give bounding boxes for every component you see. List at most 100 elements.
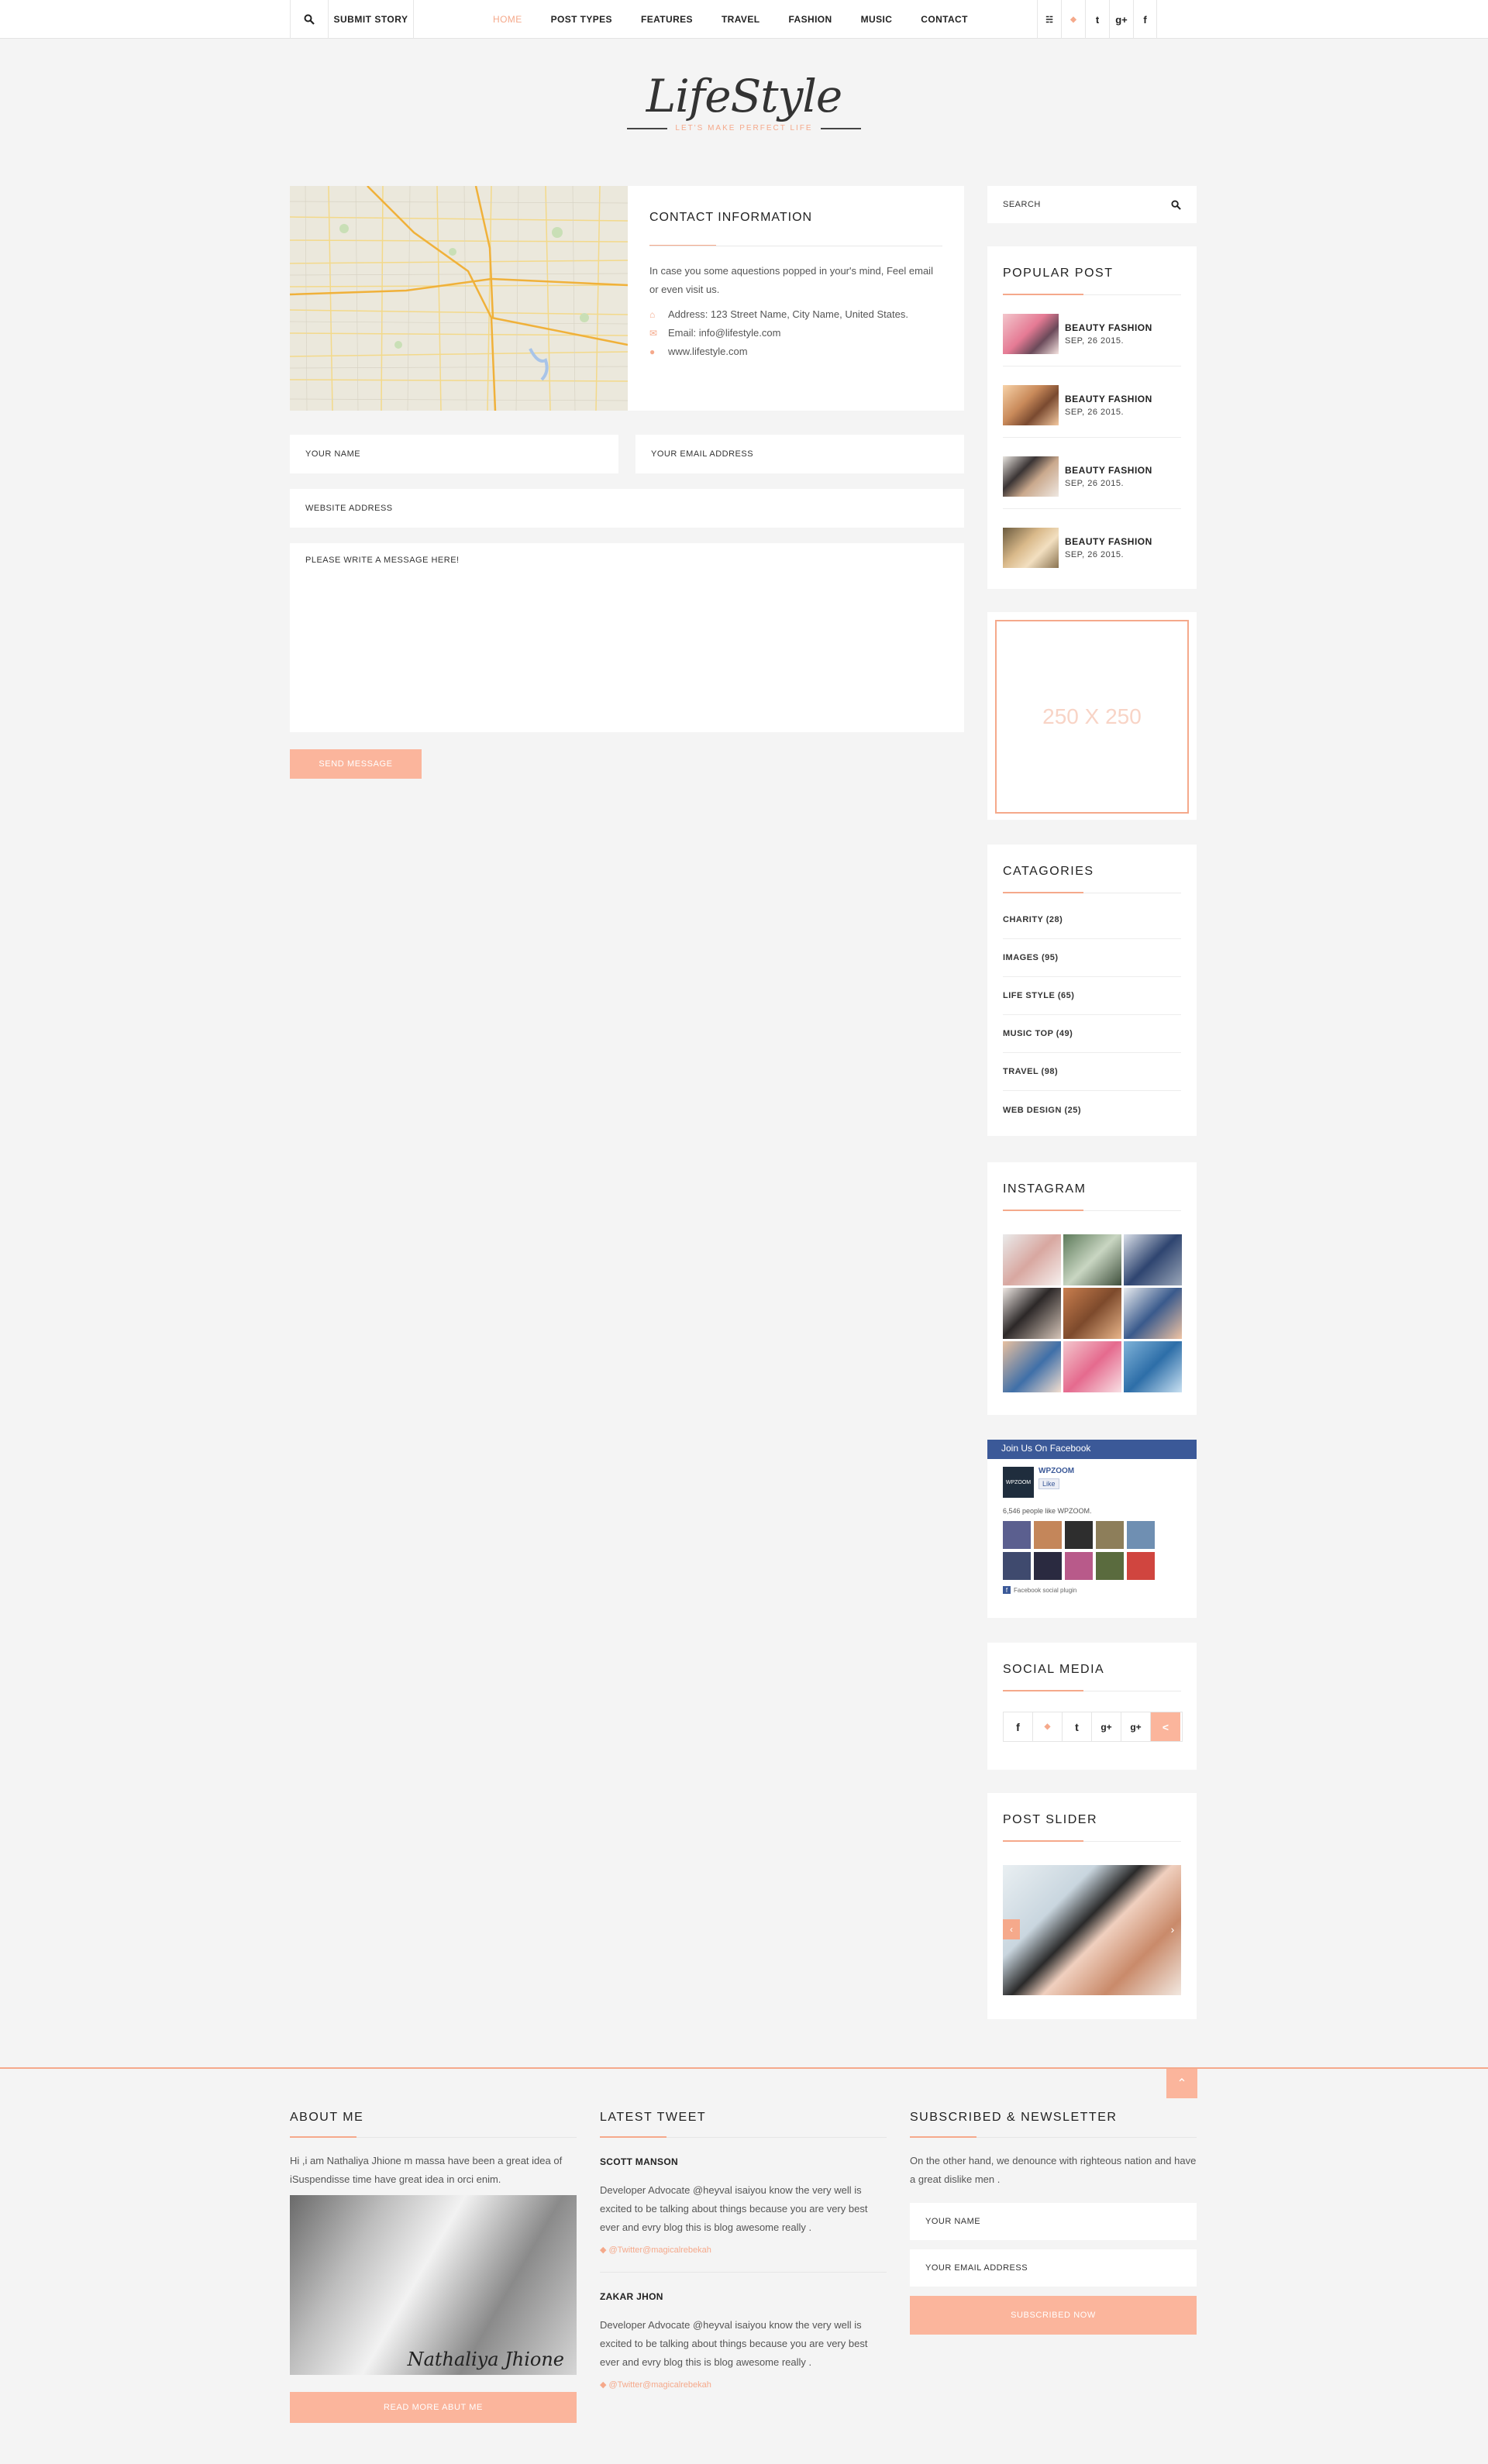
send-message-button[interactable]: SEND MESSAGE [290,749,422,779]
facebook-icon[interactable]: f [1133,0,1157,39]
nav-travel[interactable]: TRAVEL [722,14,760,25]
newsletter-name-input[interactable]: YOUR NAME [910,2203,1197,2240]
search-icon[interactable] [1171,199,1181,210]
home-icon: ⌂ [649,308,656,320]
post-title[interactable]: BEAUTY FASHION [1065,536,1152,547]
plugin-text: Facebook social plugin [1014,1586,1077,1594]
page-name[interactable]: WPZOOM [1038,1467,1074,1475]
fan-avatar[interactable] [1096,1521,1124,1549]
post-thumbnail[interactable] [1003,314,1059,354]
like-button[interactable]: Like [1038,1478,1059,1489]
website-input[interactable]: WEBSITE ADDRESS [290,489,964,528]
category-link[interactable]: MUSIC TOP (49) [1003,1015,1181,1053]
instagram-photo[interactable] [1003,1234,1061,1285]
facebook-icon[interactable]: f [1004,1712,1033,1741]
nav-features[interactable]: FEATURES [641,14,693,25]
about-me-widget: ABOUT ME Hi ,i am Nathaliya Jhione m mas… [290,2111,577,2423]
share-icon[interactable]: < [1151,1712,1180,1741]
google-plus-icon[interactable]: g+ [1092,1712,1121,1741]
instagram-photo[interactable] [1124,1288,1182,1339]
fan-avatar[interactable] [1127,1521,1155,1549]
post-title[interactable]: BEAUTY FASHION [1065,394,1152,404]
fan-avatar[interactable] [1034,1521,1062,1549]
back-to-top-button[interactable]: ⌃ [1166,2069,1197,2098]
chevron-up-icon: ⌃ [1176,2077,1187,2091]
search-input[interactable]: SEARCH [1003,200,1041,209]
read-more-button[interactable]: READ MORE ABUT ME [290,2392,577,2423]
category-link[interactable]: LIFE STYLE (65) [1003,977,1181,1015]
post-thumbnail[interactable] [1003,456,1059,497]
nav-home[interactable]: HOME [493,14,522,25]
nav-fashion[interactable]: FASHION [788,14,832,25]
post-title[interactable]: BEAUTY FASHION [1065,322,1152,333]
email-input[interactable]: YOUR EMAIL ADDRESS [636,435,964,473]
contact-website: ● www.lifestyle.com [649,346,942,357]
ad-banner[interactable]: 250 X 250 [995,620,1189,814]
slider-image[interactable]: ‹ › [1003,1865,1181,1995]
instagram-photo[interactable] [1063,1288,1121,1339]
post-thumbnail[interactable] [1003,528,1059,568]
tumblr-icon[interactable]: t [1063,1712,1092,1741]
post-title[interactable]: BEAUTY FASHION [1065,465,1152,476]
newsletter-email-input[interactable]: YOUR EMAIL ADDRESS [910,2249,1197,2287]
email-text[interactable]: Email: info@lifestyle.com [668,327,780,339]
fan-avatar[interactable] [1003,1521,1031,1549]
tumblr-icon[interactable]: t [1085,0,1109,39]
google-plus-icon[interactable]: g+ [1109,0,1133,39]
instagram-grid [1003,1234,1182,1392]
tweet-link[interactable]: ◆ @Twitter@magicalrebekah [600,2245,887,2255]
instagram-photo[interactable] [1003,1341,1061,1392]
widget-underline [600,2136,887,2138]
message-textarea[interactable]: PLEASE WRITE A MESSAGE HERE! [290,543,964,732]
fan-avatar[interactable] [1065,1521,1093,1549]
instagram-photo[interactable] [1124,1341,1182,1392]
category-link[interactable]: TRAVEL (98) [1003,1053,1181,1091]
slider-next-button[interactable]: › [1164,1919,1181,1939]
category-link[interactable]: CHARITY (28) [1003,901,1181,939]
slider-prev-button[interactable]: ‹ [1003,1919,1020,1939]
location-map[interactable] [290,186,628,411]
site-logo[interactable]: LifeStyle LET'S MAKE PERFECT LIFE [589,70,899,132]
sidebar-search[interactable]: SEARCH [987,186,1197,223]
instagram-photo[interactable] [1124,1234,1182,1285]
popular-post-item[interactable]: BEAUTY FASHION SEP, 26 2015. [1003,295,1181,367]
twitter-icon[interactable]: ◆ [1033,1712,1063,1741]
instagram-photo[interactable] [1063,1234,1121,1285]
rss-icon[interactable]: ☵ [1037,0,1061,39]
website-text[interactable]: www.lifestyle.com [668,346,748,357]
fan-avatar[interactable] [1096,1552,1124,1580]
tweet-handle[interactable]: @Twitter@magicalrebekah [609,2380,711,2390]
nav-post-types[interactable]: POST TYPES [551,14,612,25]
submit-story-link[interactable]: SUBMIT STORY [329,0,414,39]
twitter-icon[interactable]: ◆ [1061,0,1085,39]
fan-avatar[interactable] [1034,1552,1062,1580]
instagram-photo[interactable] [1003,1288,1061,1339]
instagram-photo[interactable] [1063,1341,1121,1392]
map-graphic [290,186,628,411]
fan-avatar[interactable] [1065,1552,1093,1580]
page-avatar: WPZOOM [1003,1467,1034,1498]
tweet-author: SCOTT MANSON [600,2156,678,2167]
tweet-link[interactable]: ◆ @Twitter@magicalrebekah [600,2380,887,2390]
category-link[interactable]: IMAGES (95) [1003,939,1181,977]
category-link[interactable]: WEB DESIGN (25) [1003,1091,1181,1129]
name-input[interactable]: YOUR NAME [290,435,618,473]
search-button[interactable] [290,0,329,39]
fan-avatar[interactable] [1127,1552,1155,1580]
tweet-handle[interactable]: @Twitter@magicalrebekah [609,2245,711,2255]
popular-post-widget: POPULAR POST BEAUTY FASHION SEP, 26 2015.… [987,246,1197,589]
popular-post-item[interactable]: BEAUTY FASHION SEP, 26 2015. [1003,367,1181,438]
popular-post-item[interactable]: BEAUTY FASHION SEP, 26 2015. [1003,438,1181,509]
nav-contact[interactable]: CONTACT [921,14,968,25]
subscribe-button[interactable]: SUBSCRIBED NOW [910,2296,1197,2335]
post-thumbnail[interactable] [1003,385,1059,425]
popular-post-item[interactable]: BEAUTY FASHION SEP, 26 2015. [1003,509,1181,580]
google-plus-icon[interactable]: g+ [1121,1712,1151,1741]
nav-music[interactable]: MUSIC [861,14,893,25]
widget-underline [1003,1210,1181,1211]
fan-avatar[interactable] [1003,1552,1031,1580]
contact-title: CONTACT INFORMATION [649,211,813,224]
facebook-widget: Join Us On Facebook WPZOOM WPZOOM Like 6… [987,1440,1197,1618]
contact-intro: In case you some aquestions popped in yo… [649,265,933,295]
facebook-page-info[interactable]: WPZOOM WPZOOM Like [1003,1467,1181,1498]
